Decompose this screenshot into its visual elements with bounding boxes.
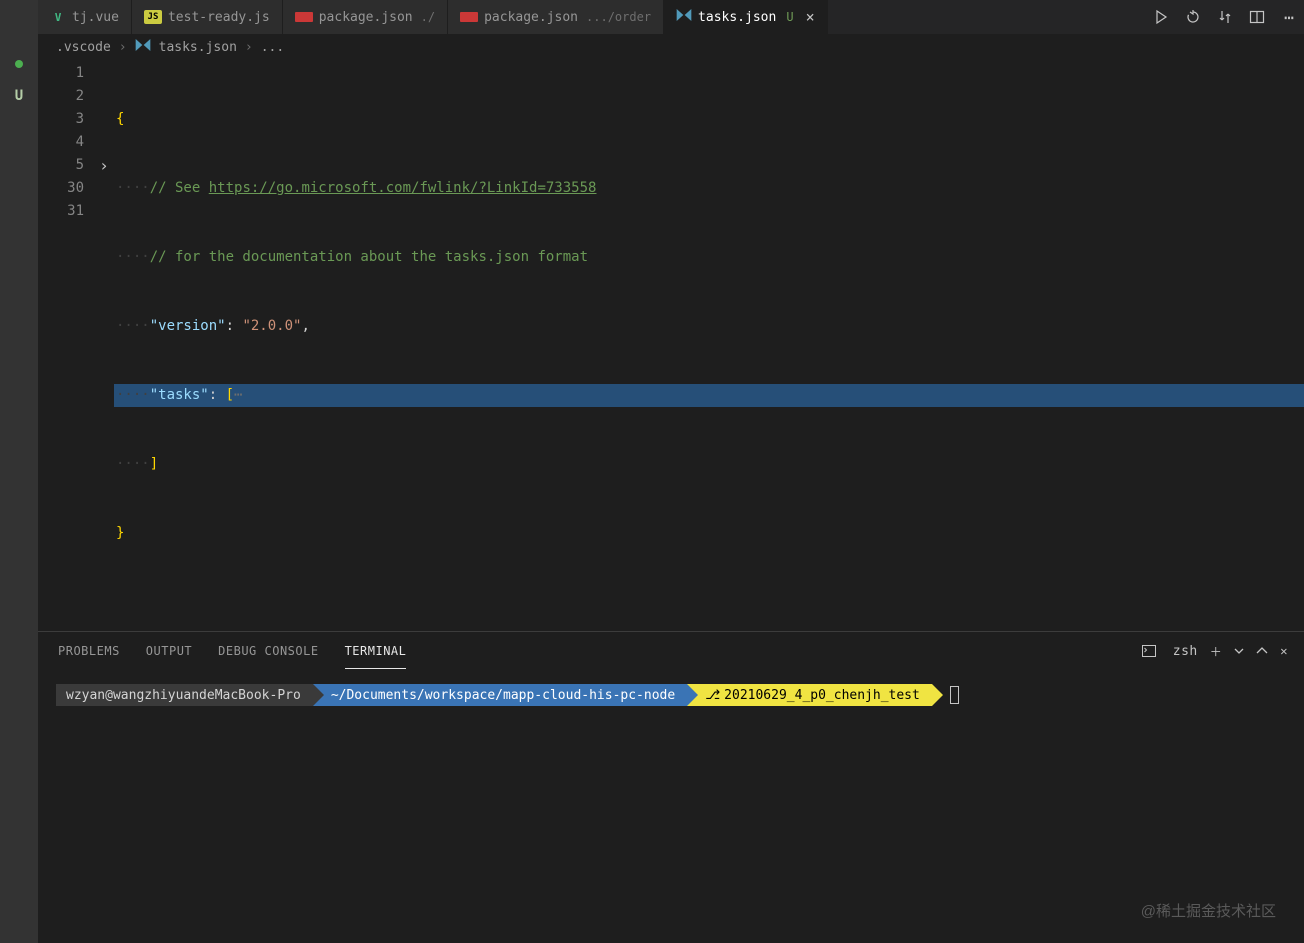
new-terminal-icon[interactable]: ＋: [1210, 643, 1223, 660]
breadcrumb-folder[interactable]: .vscode: [56, 40, 111, 55]
shell-name[interactable]: zsh: [1173, 644, 1198, 659]
breadcrumb[interactable]: .vscode › tasks.json › ...: [38, 34, 1304, 60]
diff-icon[interactable]: [1216, 8, 1234, 26]
npm-icon: [295, 12, 313, 22]
tab-label: package.json: [319, 10, 413, 25]
split-editor-icon[interactable]: [1248, 8, 1266, 26]
npm-icon: [460, 12, 478, 22]
fold-chevron-icon[interactable]: ›: [94, 154, 114, 177]
panel-tab-terminal[interactable]: TERMINAL: [345, 634, 407, 669]
vscode-json-icon: [676, 7, 692, 27]
untracked-marker: U: [15, 88, 23, 104]
breadcrumb-file[interactable]: tasks.json: [159, 40, 237, 55]
more-icon[interactable]: ⋯: [1280, 8, 1298, 26]
js-icon: JS: [144, 10, 162, 24]
tab-label: tj.vue: [72, 10, 119, 25]
line-number-gutter: 1 2 3 4 5 30 31: [38, 60, 94, 631]
tab-dir: ./: [421, 10, 435, 24]
fold-gutter: ›: [94, 60, 114, 631]
modified-marker-icon: [15, 60, 23, 68]
revert-icon[interactable]: [1184, 8, 1202, 26]
tab-dir: .../order: [586, 10, 651, 24]
chevron-down-icon[interactable]: [1234, 646, 1244, 656]
tab-label: tasks.json: [698, 10, 776, 25]
editor-actions: ⋯: [1152, 0, 1298, 34]
breadcrumb-trail[interactable]: ...: [261, 40, 284, 55]
prompt-branch: ⎇20210629_4_p0_chenjh_test: [687, 684, 932, 706]
tab-status: U: [786, 10, 793, 24]
git-branch-icon: ⎇: [705, 688, 720, 703]
close-panel-icon[interactable]: ✕: [1280, 644, 1288, 658]
terminal-body[interactable]: wzyan@wangzhiyuandeMacBook-Pro ~/Documen…: [38, 670, 1304, 943]
vue-icon: V: [50, 9, 66, 25]
tab-package-json-root[interactable]: package.json ./: [283, 0, 448, 34]
code-editor[interactable]: 1 2 3 4 5 30 31 › { ····// See https://g…: [38, 60, 1304, 631]
terminal-prompt: wzyan@wangzhiyuandeMacBook-Pro ~/Documen…: [56, 684, 1286, 706]
chevron-right-icon: ›: [245, 40, 253, 55]
code-content[interactable]: { ····// See https://go.microsoft.com/fw…: [114, 60, 1304, 631]
panel-tab-output[interactable]: OUTPUT: [146, 634, 192, 668]
terminal-cursor: [950, 686, 959, 704]
tab-label: test-ready.js: [168, 10, 270, 25]
panel-tabs: PROBLEMS OUTPUT DEBUG CONSOLE TERMINAL z…: [38, 632, 1304, 670]
vscode-json-icon: [135, 37, 151, 57]
tab-package-json-order[interactable]: package.json .../order: [448, 0, 664, 34]
tab-tasks-json[interactable]: tasks.json U ×: [664, 0, 828, 34]
tab-test-ready-js[interactable]: JS test-ready.js: [132, 0, 283, 34]
panel-tab-problems[interactable]: PROBLEMS: [58, 634, 120, 668]
editor-tabs: V tj.vue JS test-ready.js package.json .…: [38, 0, 1304, 34]
activity-bar: U: [0, 0, 38, 943]
close-icon[interactable]: ×: [806, 8, 815, 26]
tab-tj-vue[interactable]: V tj.vue: [38, 0, 132, 34]
run-icon[interactable]: [1152, 8, 1170, 26]
terminal-profile-icon[interactable]: [1141, 643, 1157, 659]
prompt-cwd: ~/Documents/workspace/mapp-cloud-his-pc-…: [313, 684, 687, 706]
watermark: @稀土掘金技术社区: [1141, 900, 1276, 921]
panel-tab-debug-console[interactable]: DEBUG CONSOLE: [218, 634, 318, 668]
tab-label: package.json: [484, 10, 578, 25]
maximize-panel-icon[interactable]: [1256, 645, 1268, 657]
chevron-right-icon: ›: [119, 40, 127, 55]
bottom-panel: PROBLEMS OUTPUT DEBUG CONSOLE TERMINAL z…: [38, 631, 1304, 943]
prompt-user-host: wzyan@wangzhiyuandeMacBook-Pro: [56, 684, 313, 706]
